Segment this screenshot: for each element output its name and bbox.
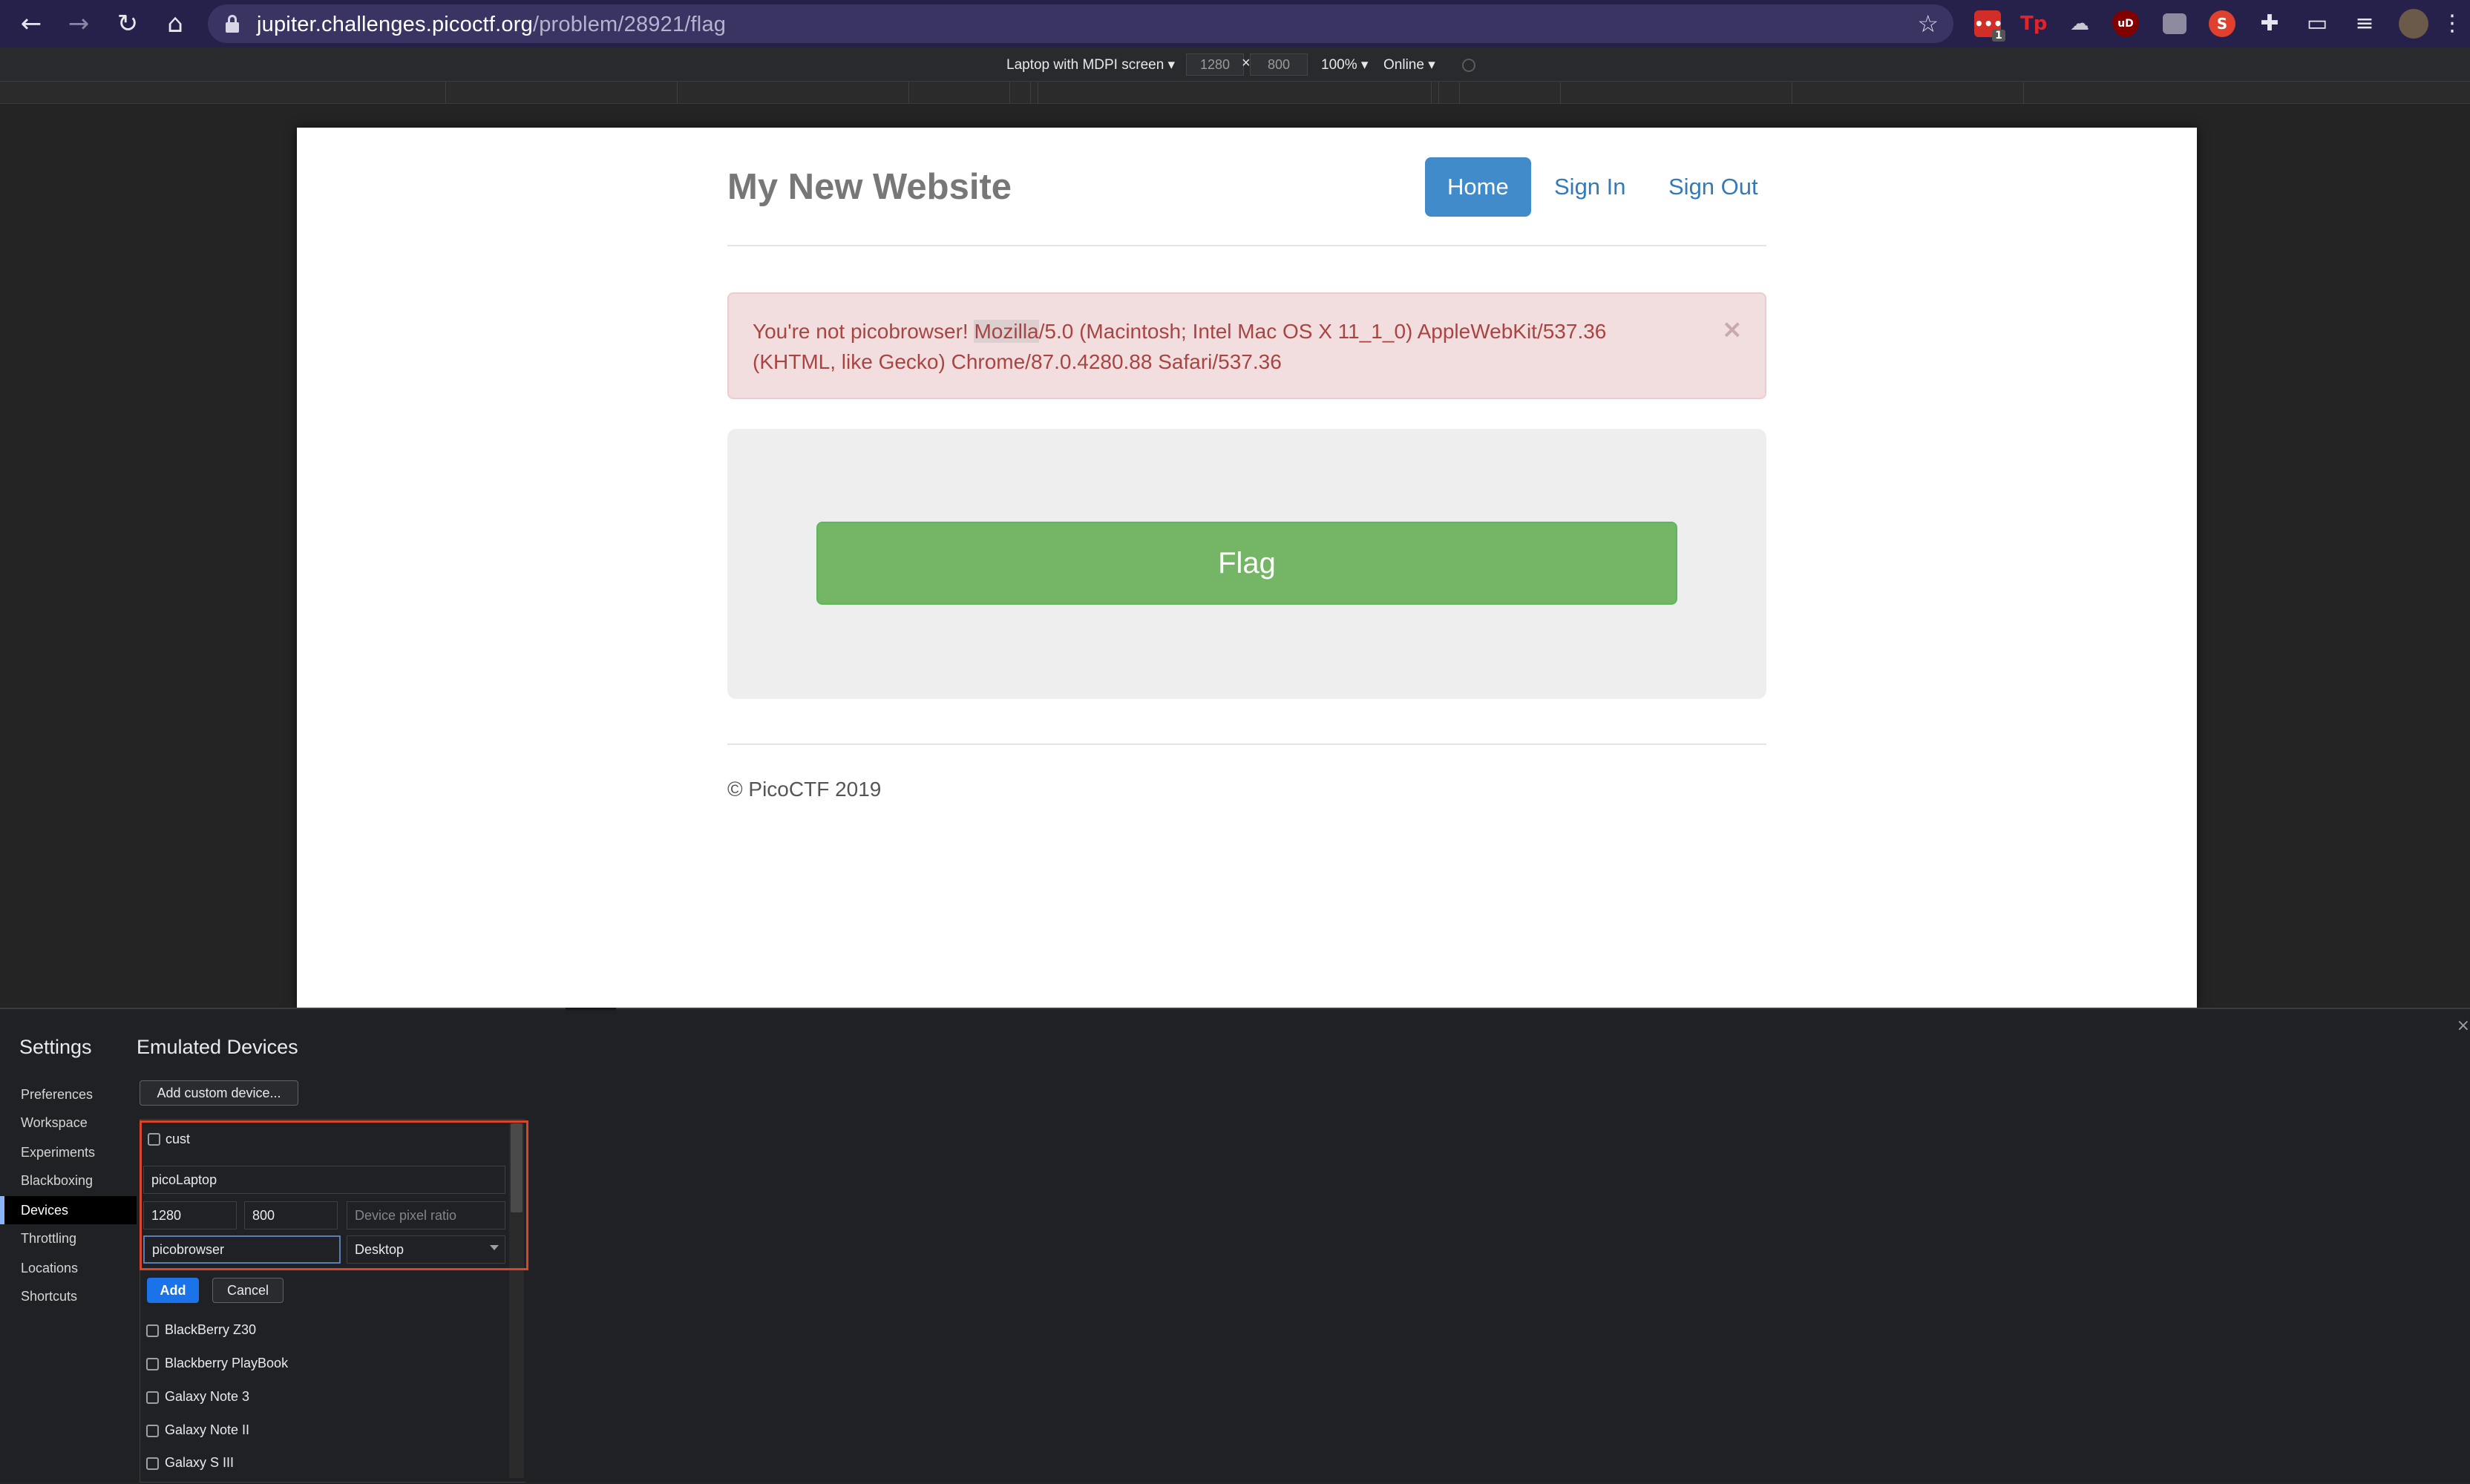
ublock-icon[interactable]: uD bbox=[2112, 10, 2139, 37]
bookmark-star-icon[interactable]: ☆ bbox=[1917, 10, 1939, 38]
error-alert: You're not picobrowser! Mozilla/5.0 (Mac… bbox=[727, 292, 1766, 399]
sidebar-item-locations[interactable]: Locations bbox=[0, 1254, 137, 1282]
jumbotron: Flag bbox=[727, 429, 1766, 699]
briefcase-extension-icon[interactable] bbox=[2163, 13, 2186, 34]
back-arrow-icon[interactable]: ← bbox=[15, 7, 48, 40]
nav-home-link[interactable]: Home bbox=[1425, 157, 1531, 217]
device-label: cust bbox=[166, 1132, 191, 1146]
devtools-settings-panel: × Settings Preferences Workspace Experim… bbox=[0, 1008, 2470, 1483]
device-pixel-ratio-input[interactable]: Device pixel ratio bbox=[347, 1201, 505, 1229]
settings-sidebar: Settings Preferences Workspace Experimen… bbox=[0, 1009, 137, 1484]
dimension-separator: × bbox=[1242, 55, 1251, 71]
device-list-item: BlackBerry Z30 bbox=[165, 1322, 257, 1337]
cloud-extension-icon[interactable]: ☁ bbox=[2066, 10, 2093, 37]
sidebar-item-shortcuts[interactable]: Shortcuts bbox=[0, 1282, 137, 1310]
sidebar-item-experiments[interactable]: Experiments bbox=[0, 1138, 137, 1166]
media-queue-icon[interactable]: ≡ bbox=[2348, 7, 2381, 40]
custom-device-editor: cust picoLaptop 1280 800 Device pixel ra… bbox=[140, 1120, 528, 1270]
sidebar-item-workspace[interactable]: Workspace bbox=[0, 1109, 137, 1137]
device-type-select[interactable]: Desktop bbox=[347, 1235, 505, 1264]
cast-icon[interactable]: ▭ bbox=[2301, 7, 2333, 40]
header-divider bbox=[727, 245, 1766, 246]
device-checkbox[interactable] bbox=[146, 1324, 159, 1337]
chevron-down-icon bbox=[490, 1245, 499, 1250]
lastpass-icon[interactable]: ••• 1 bbox=[1974, 10, 2005, 42]
rotate-icon[interactable] bbox=[1462, 59, 1475, 72]
device-height-field[interactable]: 800 bbox=[244, 1201, 338, 1229]
puzzle-extensions-icon[interactable]: ✚ bbox=[2253, 7, 2286, 40]
zoom-select[interactable]: 100% ▾ bbox=[1321, 56, 1368, 73]
device-checkbox[interactable] bbox=[148, 1133, 160, 1146]
extension-badge: 1 bbox=[1992, 30, 2005, 42]
device-list-item: Blackberry PlayBook bbox=[165, 1356, 289, 1370]
s-extension-icon[interactable]: S bbox=[2209, 10, 2235, 37]
emulated-devices-title: Emulated Devices bbox=[137, 1036, 298, 1058]
user-agent-input[interactable]: picobrowser bbox=[143, 1235, 341, 1264]
nav-sign-out-link[interactable]: Sign Out bbox=[1646, 157, 1781, 217]
site-brand: My New Website bbox=[727, 167, 1012, 207]
device-height-input[interactable]: 800 bbox=[1250, 53, 1308, 76]
device-checkbox[interactable] bbox=[146, 1425, 159, 1437]
device-checkbox[interactable] bbox=[146, 1457, 159, 1470]
media-query-ruler bbox=[0, 82, 2470, 104]
url-text[interactable]: jupiter.challenges.picoctf.org/problem/2… bbox=[257, 13, 726, 37]
add-custom-device-button[interactable]: Add custom device... bbox=[140, 1080, 298, 1106]
profile-avatar[interactable] bbox=[2399, 9, 2428, 39]
device-width-input[interactable]: 1280 bbox=[1186, 53, 1244, 76]
sidebar-item-devices[interactable]: Devices bbox=[0, 1196, 137, 1224]
device-list-item: Galaxy S III bbox=[165, 1455, 235, 1470]
device-toolbar: Laptop with MDPI screen ▾ 1280 × 800 100… bbox=[0, 47, 2470, 82]
site-nav: Home Sign In Sign Out bbox=[1425, 157, 1766, 217]
device-width-field[interactable]: 1280 bbox=[143, 1201, 237, 1229]
close-settings-icon[interactable]: × bbox=[2457, 1017, 2470, 1035]
sidebar-item-blackboxing[interactable]: Blackboxing bbox=[0, 1166, 137, 1195]
cancel-device-button[interactable]: Cancel bbox=[212, 1278, 284, 1303]
home-icon[interactable]: ⌂ bbox=[159, 7, 191, 40]
flag-button[interactable]: Flag bbox=[816, 522, 1677, 605]
device-name-input[interactable]: picoLaptop bbox=[143, 1166, 505, 1194]
address-bar[interactable]: jupiter.challenges.picoctf.org/problem/2… bbox=[208, 4, 1953, 43]
device-list-item: Galaxy Note II bbox=[165, 1422, 250, 1437]
device-checkbox[interactable] bbox=[146, 1391, 159, 1404]
lock-icon bbox=[226, 15, 239, 33]
alert-close-icon[interactable]: × bbox=[1722, 315, 1743, 344]
nav-sign-in-link[interactable]: Sign In bbox=[1532, 157, 1648, 217]
network-throttle-select[interactable]: Online ▾ bbox=[1383, 56, 1435, 73]
footer-divider bbox=[727, 743, 1766, 745]
sidebar-item-preferences[interactable]: Preferences bbox=[0, 1080, 137, 1109]
device-checkbox[interactable] bbox=[146, 1358, 159, 1370]
menu-dots-icon[interactable]: ⋮ bbox=[2436, 7, 2469, 40]
sidebar-item-throttling[interactable]: Throttling bbox=[0, 1224, 137, 1252]
tp-extension-icon[interactable]: Tp bbox=[2020, 10, 2047, 37]
forward-arrow-icon[interactable]: → bbox=[62, 7, 95, 40]
emulated-viewport: My New Website Home Sign In Sign Out You… bbox=[297, 128, 2197, 1008]
alert-message: You're not picobrowser! Mozilla/5.0 (Mac… bbox=[753, 320, 1607, 373]
browser-toolbar: ← → ↻ ⌂ jupiter.challenges.picoctf.org/p… bbox=[0, 0, 2470, 47]
add-device-button[interactable]: Add bbox=[147, 1278, 199, 1303]
panel-resize-handle[interactable] bbox=[566, 1008, 616, 1011]
device-list-item: Galaxy Note 3 bbox=[165, 1389, 250, 1404]
reload-icon[interactable]: ↻ bbox=[111, 7, 144, 40]
footer-copyright: © PicoCTF 2019 bbox=[727, 778, 882, 801]
device-select[interactable]: Laptop with MDPI screen ▾ bbox=[1006, 56, 1175, 73]
settings-title: Settings bbox=[19, 1036, 92, 1058]
